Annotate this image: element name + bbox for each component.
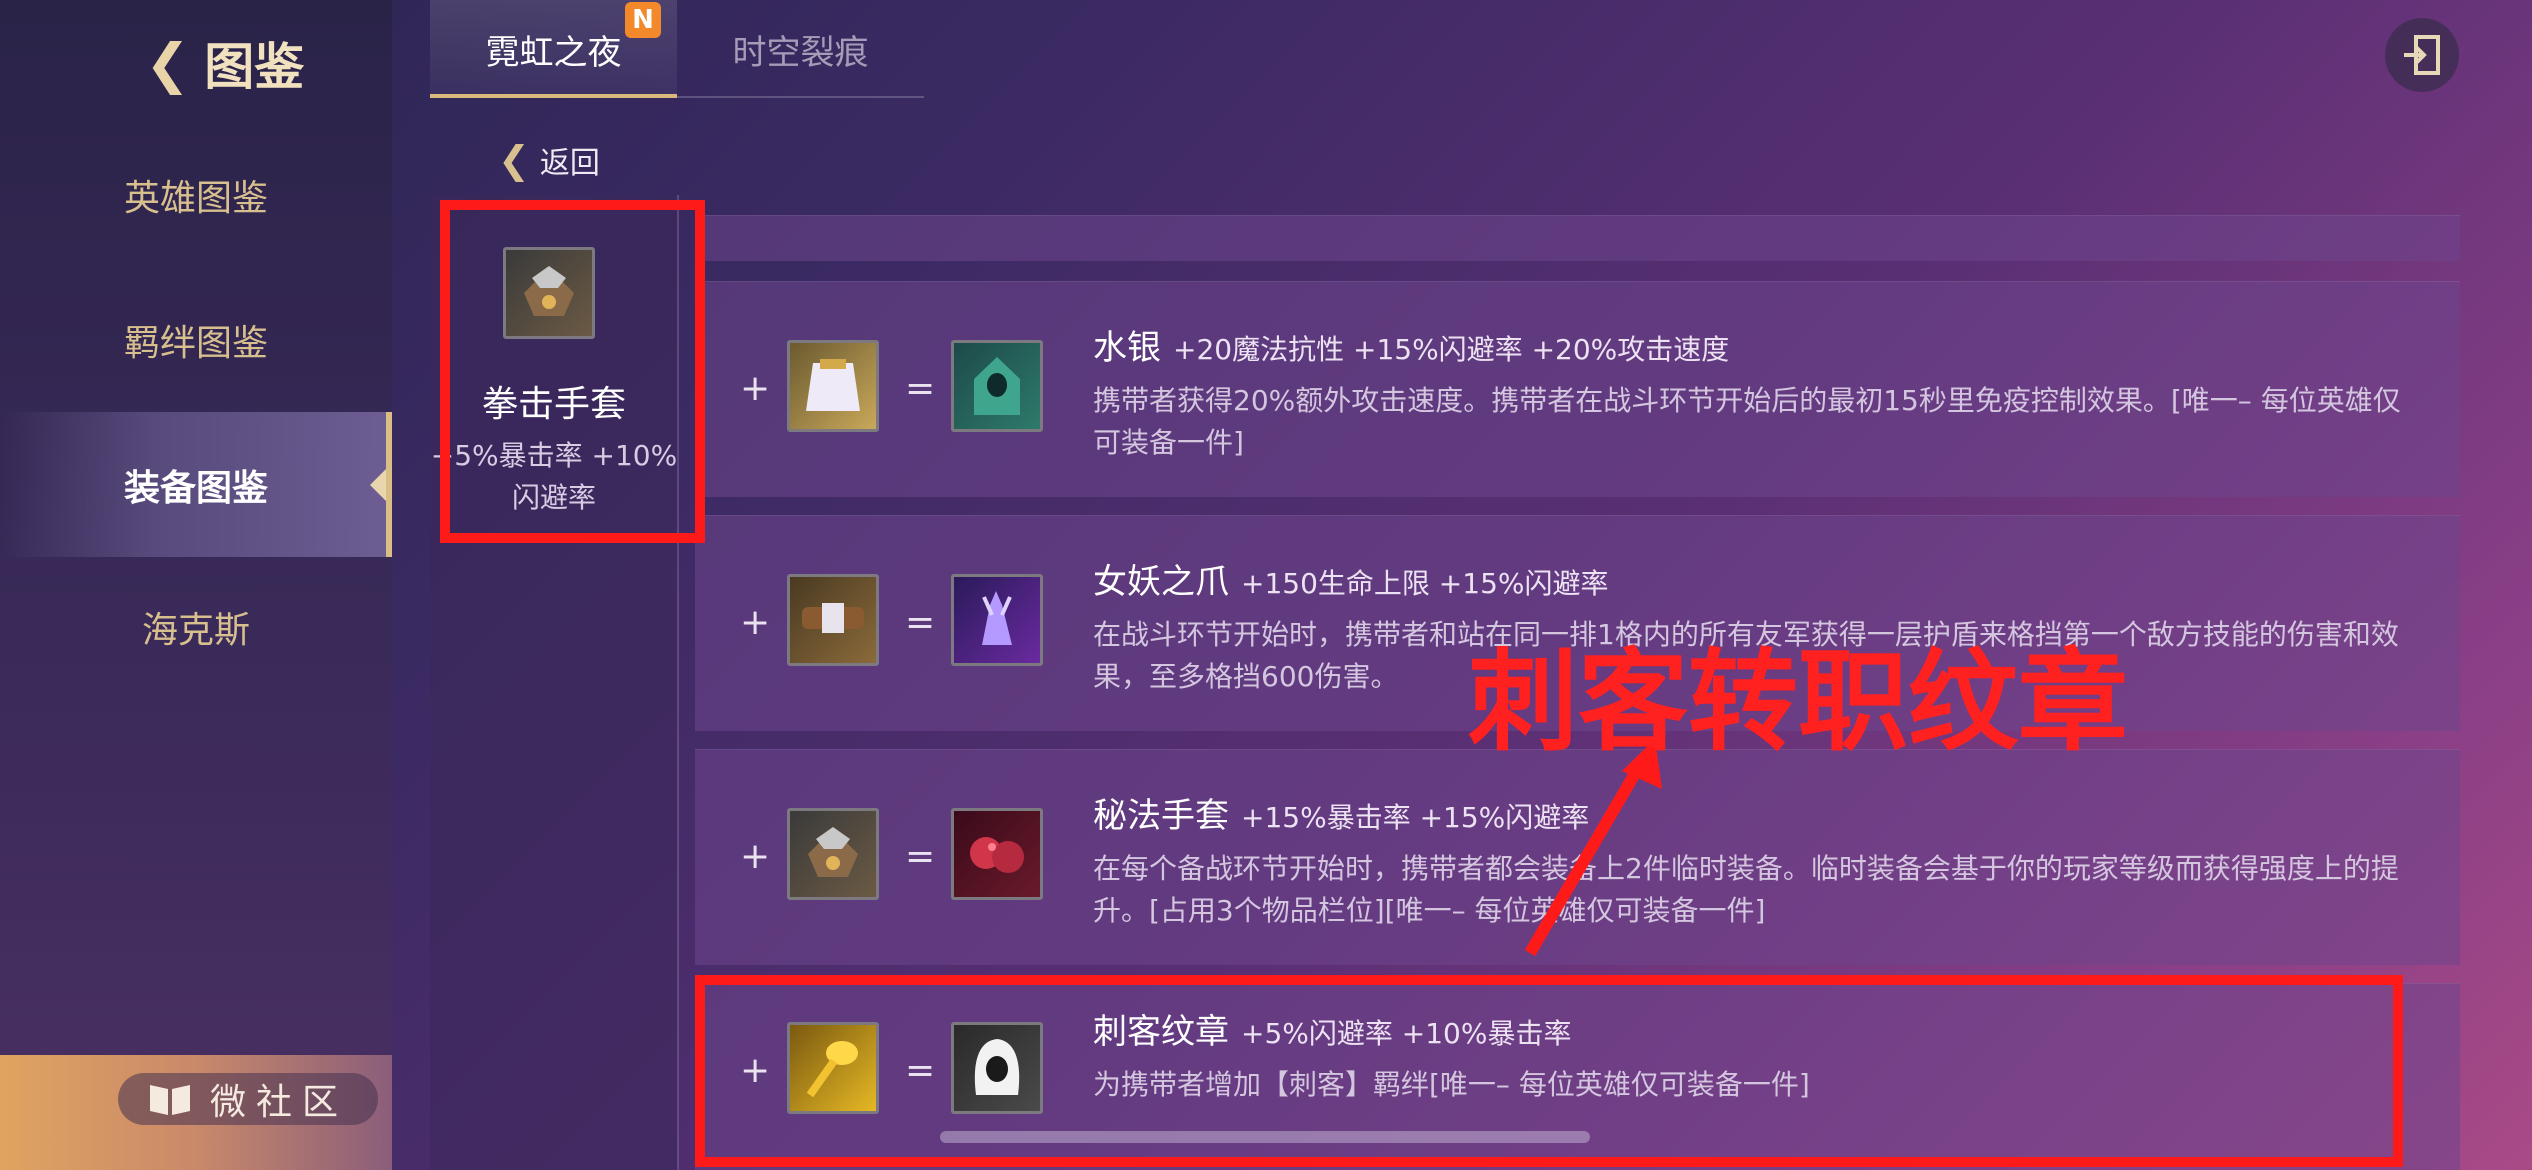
sidebar-item-label: 英雄图鉴 — [123, 178, 268, 219]
back-chevron-icon: ❮ — [498, 138, 530, 182]
hooded-figure-icon — [951, 340, 1043, 432]
sidebar-item-traits[interactable]: 羁绊图鉴 — [0, 295, 392, 385]
equals-sign: = — [905, 602, 936, 643]
tab-time-rift[interactable]: 时空裂痕 — [677, 0, 924, 98]
tab-neon-nights[interactable]: 霓虹之夜 N — [430, 0, 677, 98]
recipe-stats: +150生命上限 +15%闪避率 — [1241, 567, 1609, 600]
red-gloves-icon — [951, 808, 1043, 900]
recipe-title: 水银 +20魔法抗性 +15%闪避率 +20%攻击速度 — [1093, 320, 1729, 369]
sidebar: ❮ 图鉴 英雄图鉴 羁绊图鉴 装备图鉴 海克斯 — [0, 0, 392, 1170]
community-button[interactable]: 微社区 — [118, 1073, 378, 1125]
tab-label: 时空裂痕 — [732, 32, 869, 73]
recipe-description: 携带者获得20%额外攻击速度。携带者在战斗环节开始后的最初15秒里免疫控制效果。… — [1093, 384, 2401, 459]
recipe-row-partial — [695, 215, 2460, 261]
recipe-title: 女妖之爪 +150生命上限 +15%闪避率 — [1093, 554, 1609, 603]
equals-sign: = — [905, 368, 936, 409]
community-label: 微社区 — [209, 1082, 348, 1123]
recipe-row[interactable]: + = 水银 +20魔法抗性 +15%闪避率 +20%攻击速度 携带者获得20%额… — [695, 281, 2460, 497]
active-indicator-arrow — [370, 468, 386, 501]
recipe-description: 在每个备战环节开始时，携带者都会装备上2件临时装备。临时装备会基于你的玩家等级而… — [1093, 852, 2399, 927]
equals-sign: = — [905, 836, 936, 877]
sidebar-item-label: 海克斯 — [141, 610, 250, 651]
sidebar-item-hextech[interactable]: 海克斯 — [0, 582, 392, 672]
tab-label: 霓虹之夜 — [485, 32, 622, 73]
boxing-glove-icon — [787, 808, 879, 900]
sidebar-item-label: 羁绊图鉴 — [123, 323, 268, 364]
sidebar-item-heroes[interactable]: 英雄图鉴 — [0, 150, 392, 240]
sidebar-item-items[interactable]: 装备图鉴 — [0, 412, 392, 557]
plus-sign: + — [740, 368, 771, 409]
tab-bar: 霓虹之夜 N 时空裂痕 — [430, 0, 924, 98]
cloak-icon — [787, 340, 879, 432]
annotation-box-base-item — [440, 200, 705, 543]
sidebar-title[interactable]: ❮ 图鉴 — [145, 28, 304, 98]
active-indicator-bar — [386, 412, 392, 557]
book-icon — [149, 1085, 190, 1115]
exit-icon — [2404, 35, 2440, 75]
recipe-name: 秘法手套 — [1093, 796, 1229, 836]
recipe-name: 女妖之爪 — [1093, 562, 1229, 602]
claw-icon — [951, 574, 1043, 666]
back-link[interactable]: ❮ 返回 — [498, 138, 600, 182]
annotation-label: 刺客转职纹章 — [1468, 638, 2128, 766]
back-chevron-icon[interactable]: ❮ — [145, 32, 190, 95]
recipe-name: 水银 — [1093, 328, 1161, 368]
recipe-stats: +20魔法抗性 +15%闪避率 +20%攻击速度 — [1173, 333, 1730, 366]
annotation-box-assassin-emblem — [695, 975, 2403, 1167]
sidebar-title-label: 图鉴 — [204, 38, 305, 96]
tab-divider — [677, 96, 924, 98]
back-label: 返回 — [539, 146, 600, 181]
belt-icon — [787, 574, 879, 666]
sidebar-item-label: 装备图鉴 — [123, 467, 268, 509]
new-badge: N — [625, 2, 661, 38]
plus-sign: + — [740, 602, 771, 643]
tab-active-underline — [430, 94, 677, 98]
exit-button[interactable] — [2385, 18, 2459, 92]
plus-sign: + — [740, 836, 771, 877]
